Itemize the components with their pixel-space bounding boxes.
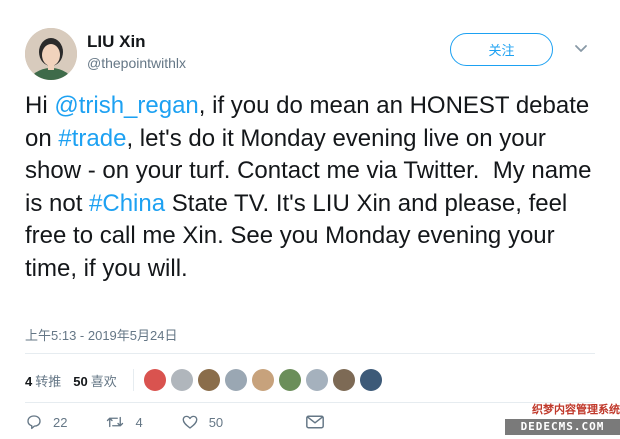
tweet-text-segment: Hi: [25, 92, 55, 119]
like-stat[interactable]: 50 喜欢: [73, 371, 116, 390]
mail-icon: [306, 415, 324, 429]
tweet-actions: 22 4 50: [25, 413, 261, 431]
watermark-title: 织梦内容管理系统: [532, 403, 620, 416]
direct-message-button[interactable]: [305, 413, 325, 436]
follow-button[interactable]: 关注: [450, 33, 553, 66]
liker-avatars: [143, 369, 387, 391]
liker-avatar[interactable]: [170, 369, 193, 391]
user-block[interactable]: LIU Xin @thepointwithlx: [87, 31, 186, 73]
reply-count: 22: [53, 414, 68, 430]
avatar[interactable]: [25, 28, 77, 80]
liker-avatar[interactable]: [359, 369, 382, 391]
retweet-button[interactable]: 4: [105, 413, 143, 431]
retweet-count: 4: [135, 414, 143, 430]
like-count: 50: [208, 414, 224, 430]
display-name[interactable]: LIU Xin: [87, 31, 186, 53]
liker-avatar[interactable]: [143, 369, 166, 391]
hashtag-link[interactable]: #trade: [58, 125, 126, 152]
liker-avatar[interactable]: [197, 369, 220, 391]
liker-avatar[interactable]: [305, 369, 328, 391]
heart-icon: [182, 415, 198, 429]
watermark-domain: DEDECMS.COM: [505, 419, 620, 435]
retweet-icon: [107, 416, 124, 428]
liker-avatar[interactable]: [278, 369, 301, 391]
mention-link[interactable]: @trish_regan: [54, 92, 198, 119]
watermark: 织梦内容管理系统 DEDECMS.COM: [505, 402, 620, 439]
tweet-timestamp[interactable]: 上午5:13 - 2019年5月24日: [25, 325, 177, 344]
retweet-stat-label: 转推: [35, 373, 62, 389]
like-stat-label: 喜欢: [90, 373, 117, 389]
liker-avatar[interactable]: [224, 369, 247, 391]
like-button[interactable]: 50: [181, 413, 223, 431]
like-stat-count: 50: [73, 373, 88, 389]
reply-button[interactable]: 22: [25, 413, 67, 431]
divider: [25, 353, 595, 354]
tweet-header: LIU Xin @thepointwithlx 关注: [25, 28, 595, 80]
chevron-down-icon[interactable]: [573, 40, 589, 56]
user-handle[interactable]: @thepointwithlx: [87, 53, 186, 73]
liker-avatar[interactable]: [332, 369, 355, 391]
hashtag-link[interactable]: #China: [89, 190, 165, 217]
liker-avatar[interactable]: [251, 369, 274, 391]
reply-icon: [27, 415, 41, 430]
stats-separator: [132, 369, 134, 391]
tweet-text: Hi @trish_regan, if you do mean an HONES…: [25, 90, 595, 285]
tweet-stats: 4 转推 50 喜欢: [25, 360, 387, 400]
retweet-stat-count: 4: [25, 373, 33, 389]
retweet-stat[interactable]: 4 转推: [25, 371, 61, 390]
